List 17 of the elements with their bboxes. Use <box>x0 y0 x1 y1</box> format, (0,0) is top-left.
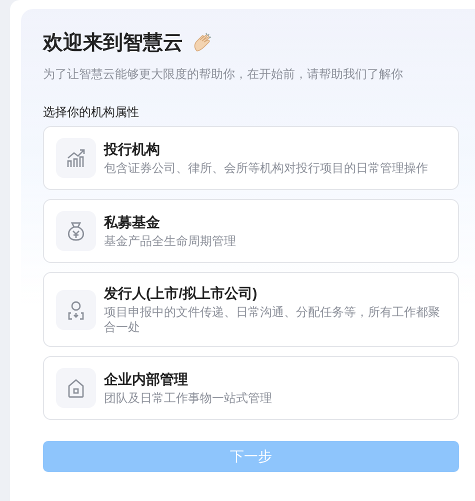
option-description: 包含证券公司、律所、会所等机构对投行项目的日常管理操作 <box>104 161 428 176</box>
organization-option[interactable]: 私募基金 基金产品全生命周期管理 <box>43 199 459 263</box>
organization-option[interactable]: 企业内部管理 团队及日常工作事物一站式管理 <box>43 356 459 420</box>
money-bag-icon <box>65 220 87 242</box>
option-description: 基金产品全生命周期管理 <box>104 234 236 249</box>
option-description: 团队及日常工作事物一站式管理 <box>104 391 272 406</box>
option-title: 企业内部管理 <box>104 370 189 389</box>
organization-option[interactable]: 发行人(上市/拟上市公司) 项目申报中的文件传递、日常沟通、分配任务等，所有工作都聚合一处 <box>43 272 459 347</box>
welcome-subtitle: 为了让智慧云能够更大限度的帮助你，在开始前，请帮助我们了解你 <box>43 66 404 82</box>
option-title: 发行人(上市/拟上市公司) <box>104 284 258 303</box>
chart-icon <box>65 147 87 169</box>
organization-option[interactable]: 投行机构 包含证券公司、律所、会所等机构对投行项目的日常管理操作 <box>43 126 459 190</box>
section-label: 选择你的机构属性 <box>43 104 140 120</box>
option-title: 私募基金 <box>104 213 161 232</box>
option-description: 项目申报中的文件传递、日常沟通、分配任务等，所有工作都聚合一处 <box>104 305 441 335</box>
welcome-title: 欢迎来到智慧云 <box>43 30 183 56</box>
option-title: 投行机构 <box>104 140 161 159</box>
